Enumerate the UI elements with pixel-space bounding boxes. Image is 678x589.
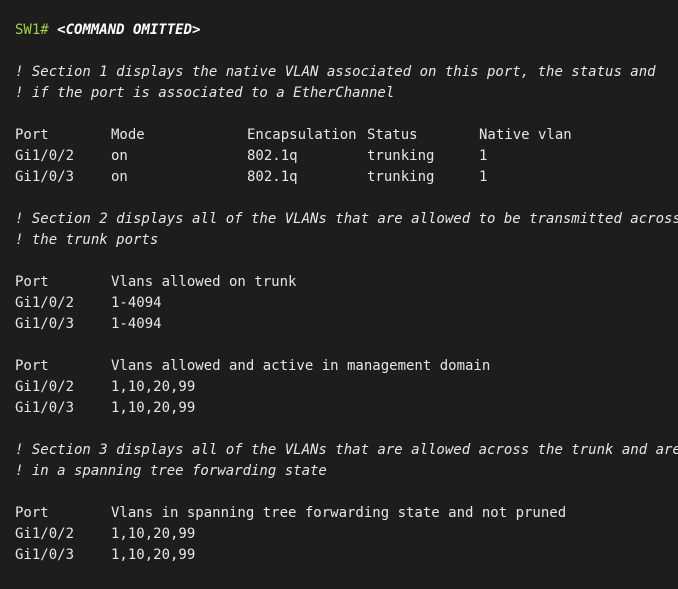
section3-comment-line-1: ! Section 3 displays all of the VLANs th… [15, 442, 678, 458]
column-header-mode: Mode [111, 127, 145, 143]
column-header-encapsulation: Encapsulation [247, 127, 357, 143]
table-row: Gi1/0/3 1-4094 [15, 314, 678, 335]
column-header-vlans-forwarding: Vlans in spanning tree forwarding state … [111, 505, 567, 521]
section2-comment-line-2: ! the trunk ports [15, 232, 159, 248]
mode-cell: on [111, 148, 128, 164]
table-row: Gi1/0/3 1,10,20,99 [15, 545, 678, 566]
command-text: <COMMAND OMITTED> [57, 22, 201, 38]
table-row: Gi1/0/2 1-4094 [15, 293, 678, 314]
table-row: Gi1/0/3 1,10,20,99 [15, 398, 678, 419]
port-cell: Gi1/0/3 [15, 547, 75, 563]
port-cell: Gi1/0/3 [15, 169, 75, 185]
table-row: Gi1/0/2 1,10,20,99 [15, 524, 678, 545]
column-header-port: Port [15, 358, 49, 374]
section3-header-row: Port Vlans in spanning tree forwarding st… [15, 503, 678, 524]
column-header-port: Port [15, 274, 49, 290]
port-cell: Gi1/0/3 [15, 316, 75, 332]
column-header-vlans-allowed: Vlans allowed on trunk [111, 274, 297, 290]
mode-cell: on [111, 169, 128, 185]
section1-comment-line-2: ! if the port is associated to a EtherCh… [15, 85, 395, 101]
vlans-cell: 1-4094 [111, 295, 162, 311]
section3-comment-line-2: ! in a spanning tree forwarding state [15, 463, 327, 479]
terminal-output: SW1# <COMMAND OMITTED> ! Section 1 displ… [0, 0, 678, 589]
column-header-port: Port [15, 127, 49, 143]
port-cell: Gi1/0/2 [15, 526, 75, 542]
column-header-native-vlan: Native vlan [479, 127, 572, 143]
encapsulation-cell: 802.1q [247, 148, 298, 164]
vlans-cell: 1,10,20,99 [111, 547, 196, 563]
vlans-cell: 1-4094 [111, 316, 162, 332]
vlans-cell: 1,10,20,99 [111, 526, 196, 542]
vlans-cell: 1,10,20,99 [111, 379, 196, 395]
status-cell: trunking [367, 148, 435, 164]
table-row: Gi1/0/2 on 802.1q trunking 1 [15, 146, 678, 167]
column-header-port: Port [15, 505, 49, 521]
port-cell: Gi1/0/2 [15, 148, 75, 164]
table-row: Gi1/0/2 1,10,20,99 [15, 377, 678, 398]
port-cell: Gi1/0/3 [15, 400, 75, 416]
native-vlan-cell: 1 [479, 148, 488, 164]
status-cell: trunking [367, 169, 435, 185]
section1-comment-line-1: ! Section 1 displays the native VLAN ass… [15, 64, 656, 80]
section2-comment-line-1: ! Section 2 displays all of the VLANs th… [15, 211, 678, 227]
section1-header-row: Port Mode Encapsulation Status Native vlan [15, 125, 678, 146]
port-cell: Gi1/0/2 [15, 295, 75, 311]
section2a-header-row: Port Vlans allowed on trunk [15, 272, 678, 293]
encapsulation-cell: 802.1q [247, 169, 298, 185]
column-header-vlans-active: Vlans allowed and active in management d… [111, 358, 491, 374]
section2b-header-row: Port Vlans allowed and active in manageme… [15, 356, 678, 377]
port-cell: Gi1/0/2 [15, 379, 75, 395]
shell-prompt: SW1# [15, 22, 49, 38]
column-header-status: Status [367, 127, 418, 143]
table-row: Gi1/0/3 on 802.1q trunking 1 [15, 167, 678, 188]
command-line: SW1# <COMMAND OMITTED> [15, 20, 678, 41]
native-vlan-cell: 1 [479, 169, 488, 185]
vlans-cell: 1,10,20,99 [111, 400, 196, 416]
